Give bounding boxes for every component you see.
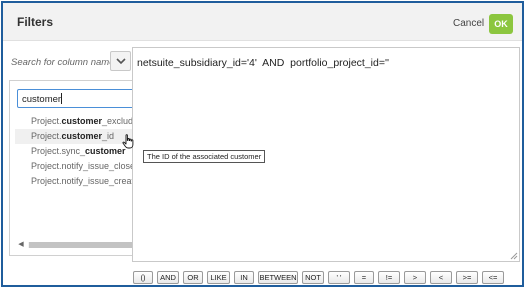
operator-button[interactable]: IN <box>234 271 254 284</box>
operator-button[interactable]: = <box>354 271 374 284</box>
dialog-title: Filters <box>17 15 54 29</box>
column-name-prefix: Project. <box>31 131 62 141</box>
text-cursor <box>61 93 63 104</box>
operator-button[interactable]: OR <box>183 271 203 284</box>
ok-button[interactable]: OK <box>489 14 513 34</box>
scrollbar-thumb[interactable] <box>29 242 139 248</box>
operator-button[interactable]: < <box>430 271 452 284</box>
column-name-prefix: Project.sync_ <box>31 146 86 156</box>
scroll-left-icon[interactable]: ◀ <box>16 240 26 249</box>
filters-dialog: Filters Cancel OK Search for column name… <box>1 1 524 287</box>
operator-button[interactable]: () <box>133 271 153 284</box>
operator-button[interactable]: LIKE <box>207 271 230 284</box>
operator-button[interactable]: > <box>404 271 426 284</box>
operator-button[interactable]: AND <box>157 271 179 284</box>
column-name-match: customer <box>61 116 103 126</box>
column-name-match: customer <box>85 146 126 156</box>
operator-button[interactable]: >= <box>456 271 478 284</box>
operator-button[interactable]: BETWEEN <box>258 271 298 284</box>
column-dropdown-button[interactable] <box>110 51 131 71</box>
dialog-header: Filters Cancel OK <box>3 3 522 41</box>
filter-expression: netsuite_subsidiary_id='4' AND portfolio… <box>137 57 389 69</box>
column-name-prefix: Project.notify_issue_closed_ <box>31 161 146 171</box>
column-search-input[interactable]: Search for column name... <box>11 57 122 68</box>
column-name-prefix: Project. <box>31 116 62 126</box>
operator-button[interactable]: ' ' <box>328 271 350 284</box>
operator-button[interactable]: <= <box>482 271 504 284</box>
operator-button[interactable]: NOT <box>302 271 324 284</box>
resize-grip-icon[interactable] <box>510 252 518 260</box>
column-tooltip: The ID of the associated customer <box>143 150 266 163</box>
cancel-button[interactable]: Cancel <box>453 18 484 29</box>
column-filter-value: customer <box>22 94 62 105</box>
chevron-down-icon <box>116 58 126 65</box>
hand-pointer-icon <box>122 134 134 149</box>
column-name-match: customer <box>61 131 103 141</box>
operator-button[interactable]: != <box>378 271 400 284</box>
column-name-suffix: _id <box>102 131 115 141</box>
